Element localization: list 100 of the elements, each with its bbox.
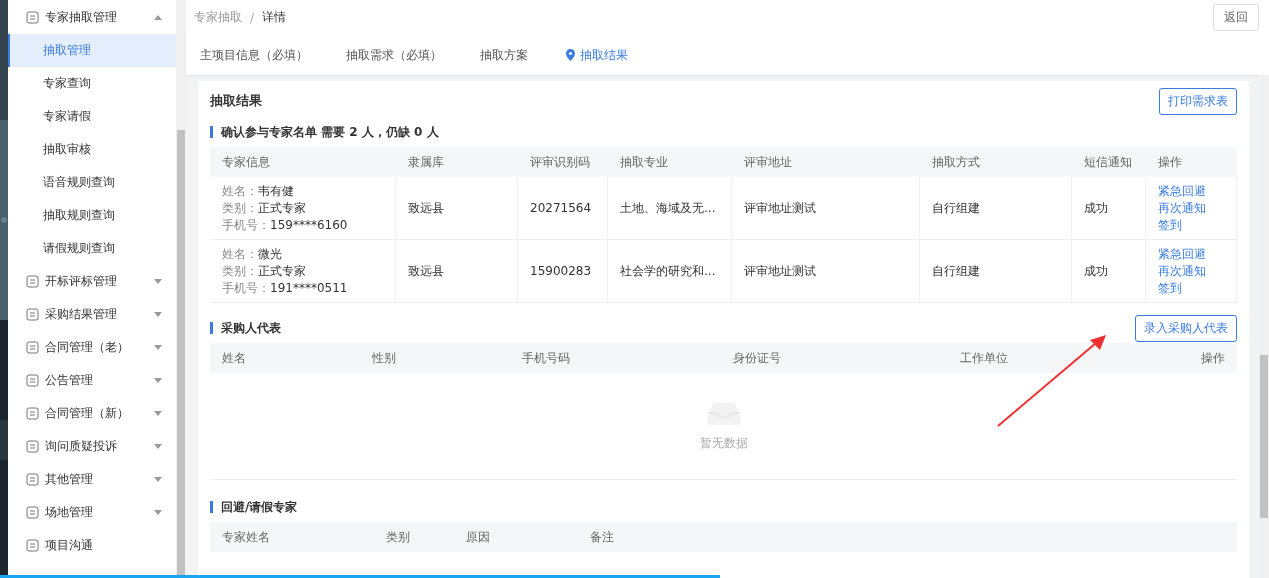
field-label: 姓名： [222,182,258,200]
scrollbar[interactable] [1259,75,1269,578]
column-header: 抽取专业 [608,147,732,177]
action-link[interactable]: 紧急回避 [1158,245,1224,263]
column-header: 操作 [1157,343,1237,373]
section-title: 回避/请假专家 [210,501,298,513]
table-cell: 致远县 [396,177,518,240]
sidebar-item[interactable]: 专家查询 [8,67,176,100]
column-header: 工作单位 [948,343,1157,373]
field-value: 正式专家 [258,262,306,280]
caret-down-icon [154,477,162,482]
action-link[interactable]: 再次通知 [1158,262,1224,280]
column-header: 姓名 [210,343,360,373]
action-link[interactable]: 紧急回避 [1158,182,1224,200]
column-header: 类别 [374,522,454,552]
menu-item-icon [26,539,39,552]
sidebar-item[interactable]: 场地管理 [8,496,176,529]
sidebar-item[interactable]: 合同管理（老） [8,331,176,364]
sidebar-item[interactable]: 请假规则查询 [8,232,176,265]
empty-text: 暂无数据 [699,434,748,452]
sidebar-item[interactable]: 项目沟通 [8,529,176,562]
back-button[interactable]: 返回 [1213,4,1259,31]
sidebar-item[interactable]: 抽取管理 [8,34,176,67]
menu-item-icon [26,341,39,354]
sidebar-item[interactable]: 语音规则查询 [8,166,176,199]
section-title: 采购人代表 [210,322,281,334]
tab[interactable]: 抽取需求（必填） [346,46,442,64]
column-header: 专家姓名 [210,522,374,552]
field-value: 微光 [258,245,282,263]
menu-item-icon [26,11,39,24]
caret-down-icon [154,312,162,317]
field-value: 正式专家 [258,199,306,217]
field-label: 手机号： [222,216,270,234]
tab[interactable]: 主项目信息（必填） [200,46,308,64]
caret-up-icon [154,15,162,20]
table-cell: 社会学的研究和... [608,240,732,303]
sidebar-item[interactable]: 询问质疑投诉 [8,430,176,463]
caret-down-icon [154,345,162,350]
add-purchaser-button[interactable]: 录入采购人代表 [1135,314,1237,342]
column-header: 评审识别码 [518,147,608,177]
column-header: 专家信息 [210,147,396,177]
breadcrumb-separator: / [250,10,255,25]
menu-item-icon [26,275,39,288]
caret-down-icon [154,411,162,416]
table-cell: 评审地址测试 [732,240,920,303]
field-value: 191****0511 [270,279,348,297]
field-value: 韦有健 [258,182,294,200]
sidebar-item[interactable]: 专家请假 [8,100,176,133]
field-label: 手机号： [222,279,270,297]
field-value: 159****6160 [270,216,348,234]
location-pin-icon [566,49,575,61]
menu-item-icon [26,374,39,387]
table-cell: 土地、海域及无... [608,177,732,240]
sidebar-item[interactable]: 采购结果管理 [8,298,176,331]
column-header: 操作 [1146,147,1237,177]
sidebar-item[interactable]: 公告管理 [8,364,176,397]
table-cell: 致远县 [396,240,518,303]
column-header: 抽取方式 [920,147,1072,177]
column-header: 备注 [578,522,1237,552]
menu-item-icon [26,506,39,519]
menu-item-icon [26,308,39,321]
empty-inbox-icon [705,400,742,427]
menu-item-icon [26,473,39,486]
field-label: 类别： [222,199,258,217]
table-cell: 20271564 [518,177,608,240]
field-label: 姓名： [222,245,258,263]
field-label: 类别： [222,262,258,280]
column-header: 短信通知 [1072,147,1146,177]
action-link[interactable]: 签到 [1158,279,1224,297]
caret-down-icon [154,444,162,449]
caret-down-icon [154,510,162,515]
tab[interactable]: 抽取结果 [566,46,628,64]
caret-down-icon [154,378,162,383]
column-header: 手机号码 [510,343,721,373]
sidebar-item[interactable]: 合同管理（新） [8,397,176,430]
column-header: 身份证号 [721,343,948,373]
table-cell: 15900283 [518,240,608,303]
print-button[interactable]: 打印需求表 [1159,87,1237,115]
table-cell: 自行组建 [920,177,1072,240]
sidebar-item[interactable]: 开标评标管理 [8,265,176,298]
table-cell: 成功 [1072,177,1146,240]
breadcrumb-item: 详情 [262,9,287,26]
menu-item-icon [26,440,39,453]
section-title: 确认参与专家名单 需要 2 人，仍缺 0 人 [210,126,439,138]
column-header: 性别 [360,343,510,373]
caret-down-icon [154,279,162,284]
tab[interactable]: 抽取方案 [480,46,528,64]
action-link[interactable]: 再次通知 [1158,199,1224,217]
column-header: 隶属库 [396,147,518,177]
table-cell: 自行组建 [920,240,1072,303]
table-cell: 成功 [1072,240,1146,303]
sidebar-item[interactable]: 其他管理 [8,463,176,496]
action-link[interactable]: 签到 [1158,216,1224,234]
sidebar-item[interactable]: 抽取规则查询 [8,199,176,232]
column-header: 原因 [454,522,578,552]
sidebar-group[interactable]: 专家抽取管理 [8,1,176,34]
scrollbar[interactable] [176,0,186,578]
table-cell: 评审地址测试 [732,177,920,240]
sidebar-item[interactable]: 抽取审核 [8,133,176,166]
column-header: 评审地址 [732,147,920,177]
